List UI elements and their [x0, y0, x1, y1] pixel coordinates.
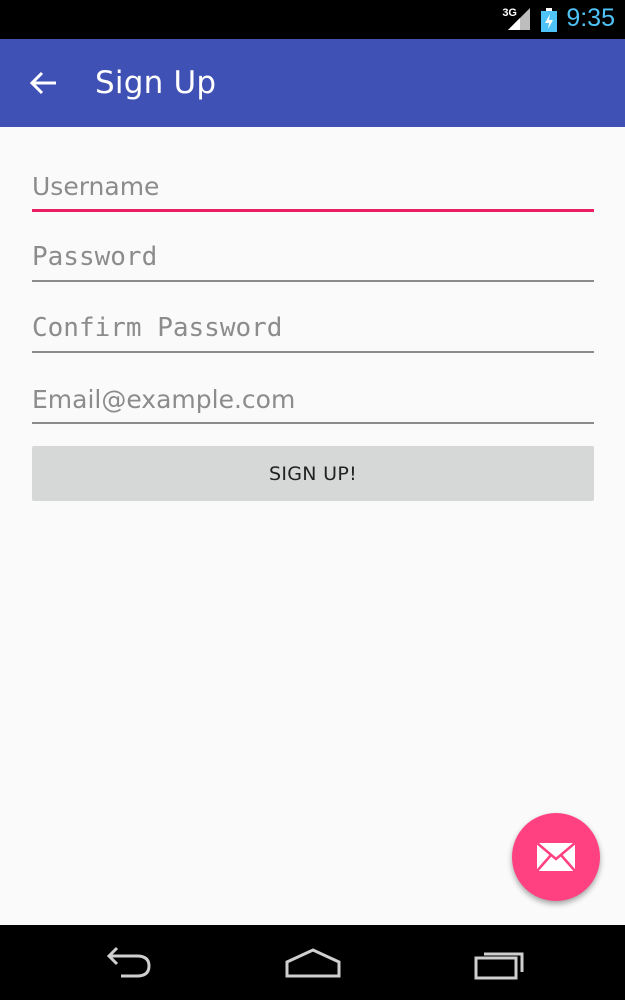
arrow-back-icon: [29, 71, 56, 95]
status-bar: 3G 9:35: [0, 0, 625, 39]
confirm-password-input[interactable]: [32, 305, 594, 353]
app-bar: Sign Up: [0, 39, 625, 127]
page-title: Sign Up: [95, 65, 217, 101]
signal-icon: [508, 8, 530, 30]
nav-home-button[interactable]: [278, 939, 348, 987]
back-button[interactable]: [26, 65, 62, 101]
email-input[interactable]: [32, 376, 594, 424]
username-input[interactable]: [32, 164, 594, 212]
sign-up-button[interactable]: SIGN UP!: [32, 446, 594, 501]
nav-back-button[interactable]: [90, 939, 160, 987]
password-input[interactable]: [32, 234, 594, 282]
nav-recents-button[interactable]: [466, 939, 536, 987]
email-fab-button[interactable]: [512, 813, 600, 901]
nav-home-icon: [285, 948, 341, 978]
nav-back-icon: [106, 946, 151, 978]
battery-charging-icon: [541, 8, 557, 32]
system-nav-bar: [0, 925, 625, 1000]
email-icon: [536, 842, 576, 872]
status-clock: 9:35: [566, 4, 615, 32]
nav-recents-icon: [474, 952, 524, 980]
